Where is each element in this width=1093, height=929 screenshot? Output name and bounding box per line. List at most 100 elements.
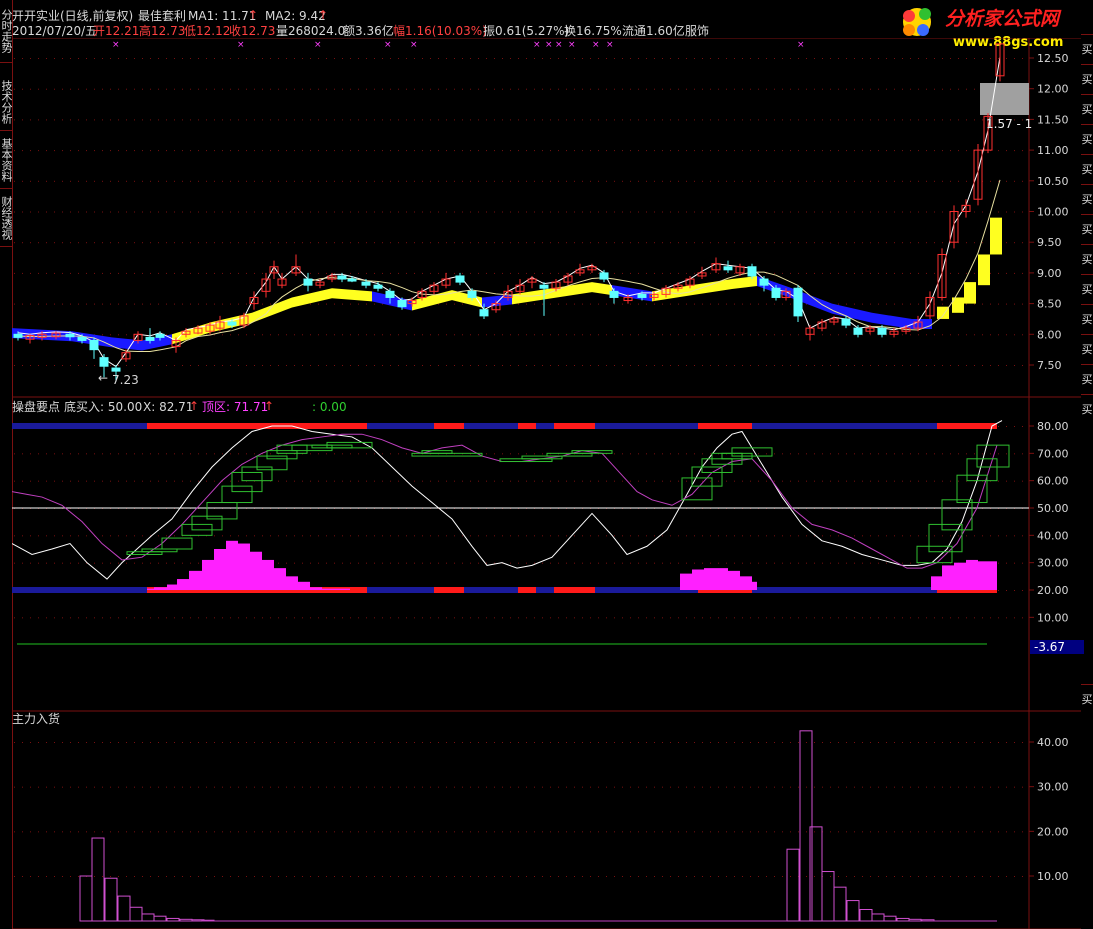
grid-dot: [526, 303, 527, 305]
tab-technical[interactable]: 技术分析: [0, 74, 13, 131]
grid-dot: [342, 562, 343, 564]
grid-dot: [30, 150, 31, 152]
buy-signal-button[interactable]: 买: [1081, 304, 1093, 334]
grid-dot: [630, 535, 631, 537]
grid-dot: [950, 480, 951, 482]
grid-dot: [206, 150, 207, 152]
extra-value-label: : 0.00: [312, 400, 347, 414]
trend-ribbon: [692, 279, 732, 296]
volume-panel: 40.0030.0020.0010.00: [12, 710, 1081, 929]
grid-dot: [550, 535, 551, 537]
buy-signal-button[interactable]: 买: [1081, 684, 1093, 714]
buy-signal-button[interactable]: 买: [1081, 334, 1093, 364]
grid-dot: [718, 876, 719, 877]
grid-dot: [974, 453, 975, 455]
grid-dot: [478, 831, 479, 833]
grid-dot: [822, 535, 823, 537]
grid-dot: [366, 535, 367, 537]
grid-dot: [118, 272, 119, 274]
grid-dot: [406, 617, 407, 619]
grid-dot: [654, 88, 655, 90]
grid-dot: [414, 742, 415, 743]
grid-dot: [502, 58, 503, 59]
buy-signal-button[interactable]: 买: [1081, 124, 1093, 154]
grid-dot: [678, 180, 679, 182]
buy-signal-button[interactable]: 买: [1081, 64, 1093, 94]
buy-signal-button[interactable]: 买: [1081, 394, 1093, 424]
grid-dot: [438, 180, 439, 182]
grid-dot: [30, 119, 31, 121]
grid-dot: [158, 876, 159, 877]
grid-dot: [582, 535, 583, 537]
buy-signal-button[interactable]: 买: [1081, 34, 1093, 64]
tab-fundamentals[interactable]: 基本资料: [0, 132, 13, 189]
buy-signal-button[interactable]: 买: [1081, 274, 1093, 304]
grid-dot: [558, 119, 559, 121]
tab-intraday[interactable]: 分时走势: [0, 0, 13, 63]
tab-finance[interactable]: 财经透视: [0, 190, 13, 247]
grid-dot: [726, 876, 727, 877]
grid-dot: [782, 58, 783, 59]
grid-dot: [86, 242, 87, 244]
buy-signal-button[interactable]: 买: [1081, 364, 1093, 394]
volume-bar: [79, 875, 93, 922]
buy-signal-button[interactable]: 买: [1081, 154, 1093, 184]
grid-dot: [318, 453, 319, 455]
grid-dot: [910, 242, 911, 244]
grid-dot: [774, 88, 775, 90]
grid-dot: [966, 831, 967, 833]
grid-dot: [342, 831, 343, 833]
grid-dot: [902, 88, 903, 90]
grid-dot: [654, 617, 655, 619]
buy-signal-button[interactable]: 买: [1081, 244, 1093, 274]
grid-dot: [942, 365, 943, 366]
grid-dot: [582, 88, 583, 90]
grid-dot: [950, 831, 951, 833]
volume-bar: [129, 906, 143, 922]
grid-dot: [246, 180, 247, 182]
grid-dot: [678, 272, 679, 274]
grid-dot: [638, 58, 639, 59]
grid-dot: [950, 535, 951, 537]
grid-dot: [542, 150, 543, 152]
grid-dot: [998, 426, 999, 427]
grid-dot: [590, 58, 591, 59]
grid-dot: [782, 480, 783, 482]
grid-dot: [126, 831, 127, 833]
grid-dot: [30, 303, 31, 305]
grid-dot: [806, 242, 807, 244]
grid-dot: [710, 119, 711, 121]
grid-dot: [726, 58, 727, 59]
grid-dot: [542, 272, 543, 274]
grid-dot: [774, 150, 775, 152]
grid-dot: [774, 58, 775, 59]
grid-dot: [390, 119, 391, 121]
grid-dot: [502, 180, 503, 182]
volume-bar: [786, 848, 800, 922]
buy-signal-button[interactable]: 买: [1081, 184, 1093, 214]
grid-dot: [966, 786, 967, 788]
buy-signal-button[interactable]: 买: [1081, 94, 1093, 124]
grid-dot: [198, 119, 199, 121]
grid-dot: [662, 480, 663, 482]
grid-dot: [526, 535, 527, 537]
grid-dot: [382, 272, 383, 274]
buy-signal-button[interactable]: 买: [1081, 214, 1093, 244]
grid-dot: [918, 88, 919, 90]
grid-dot: [238, 334, 239, 336]
grid-dot: [374, 211, 375, 213]
grid-dot: [286, 180, 287, 182]
grid-dot: [734, 242, 735, 244]
grid-dot: [622, 303, 623, 305]
grid-dot: [486, 88, 487, 90]
grid-dot: [358, 453, 359, 455]
grid-dot: [894, 272, 895, 274]
grid-dot: [478, 58, 479, 59]
grid-dot: [190, 272, 191, 274]
grid-dot: [870, 58, 871, 59]
indicator-axis-label: 60.00: [1037, 475, 1069, 488]
grid-dot: [982, 786, 983, 788]
grid-dot: [590, 334, 591, 336]
grid-dot: [902, 180, 903, 182]
grid-dot: [454, 334, 455, 336]
